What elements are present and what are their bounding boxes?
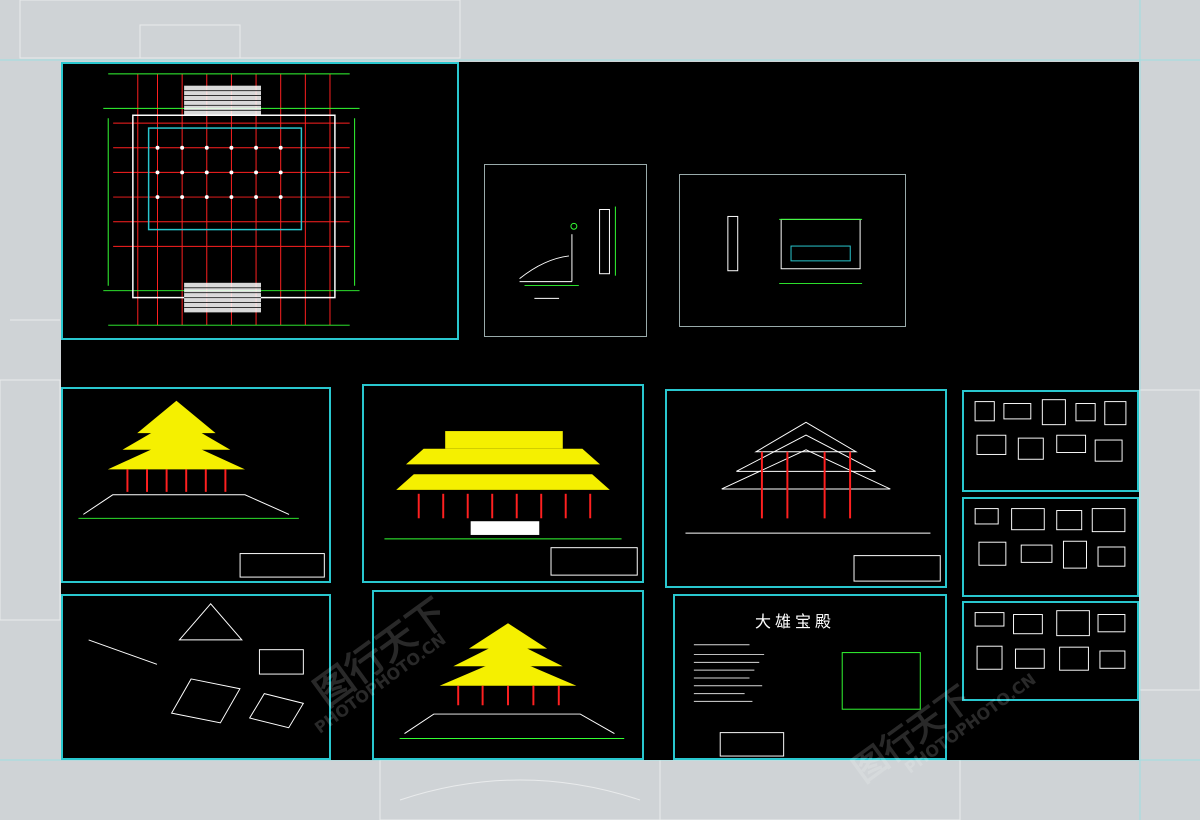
sheet-details-3[interactable] — [962, 601, 1139, 701]
sheet-stair-detail[interactable] — [484, 164, 647, 337]
elevation-drawing — [384, 431, 638, 576]
sheet-floor-plan[interactable] — [61, 62, 459, 340]
elevation-drawing — [399, 623, 625, 739]
sheet-notes[interactable]: 大雄宝殿 — [673, 594, 947, 760]
detail-drawing — [974, 399, 1127, 462]
detail-drawing — [974, 508, 1126, 569]
cad-canvas[interactable]: 大雄宝殿 PHOTOPHOTO.CN PHOTOPHOTO.CN 图行天下 图行… — [61, 62, 1139, 791]
detail-drawing — [88, 603, 305, 729]
detail-drawing — [974, 610, 1126, 671]
detail-drawing — [727, 215, 863, 285]
sheet-details-2[interactable] — [962, 497, 1139, 597]
sheet-facade-detail[interactable] — [679, 174, 906, 327]
sheet-rear-elevation[interactable] — [372, 590, 644, 760]
sheet-section[interactable] — [665, 389, 947, 588]
floor-plan-drawing — [103, 73, 360, 326]
notes-drawing — [693, 644, 921, 757]
sheet-details-1[interactable] — [962, 390, 1139, 492]
sheet-side-elevation[interactable] — [362, 384, 644, 583]
elevation-drawing — [78, 400, 325, 578]
sheet-roof-details[interactable] — [61, 594, 331, 760]
detail-drawing — [519, 206, 616, 299]
section-drawing — [685, 421, 941, 582]
sheet-front-elevation[interactable] — [61, 387, 331, 583]
